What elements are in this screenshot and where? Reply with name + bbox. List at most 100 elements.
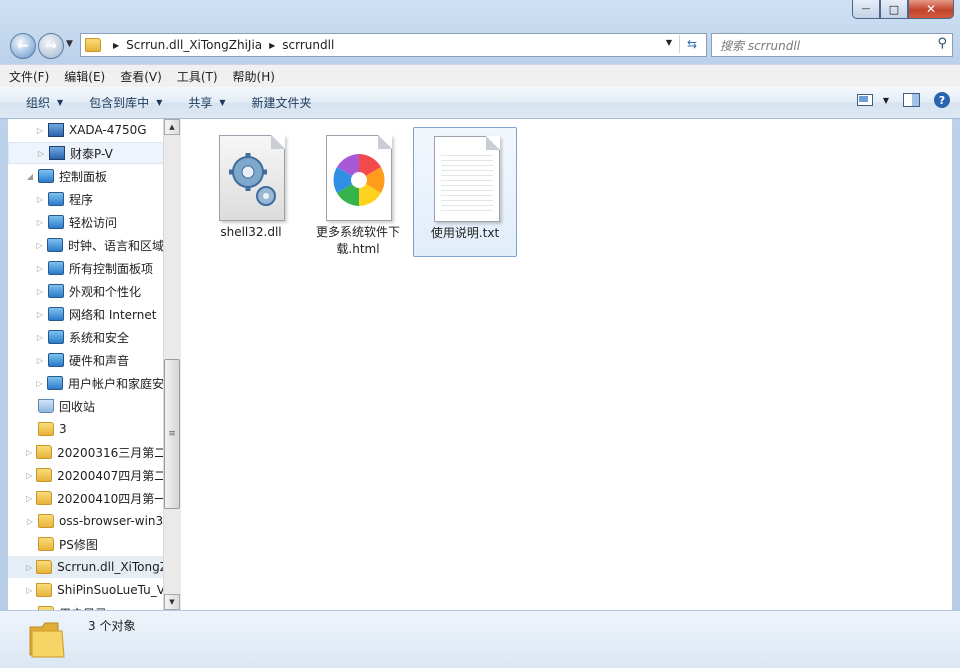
nav-item[interactable]: ▷ 外观和个性化 <box>8 280 164 302</box>
back-button[interactable]: ← <box>10 33 36 59</box>
nav-item[interactable]: ▷ 财泰P-V <box>8 142 164 164</box>
nav-item-label: 程序 <box>69 192 94 207</box>
nav-item[interactable]: 3 <box>8 418 164 440</box>
folder-icon <box>38 537 54 551</box>
hardware-icon <box>48 353 64 367</box>
share-button[interactable]: 共享 ▼ <box>188 94 225 111</box>
preview-pane-icon[interactable] <box>903 93 920 107</box>
expand-arrow-icon[interactable]: ▷ <box>36 126 44 135</box>
expand-arrow-icon[interactable]: ▷ <box>26 494 32 503</box>
appearance-icon <box>48 284 64 298</box>
breadcrumb-arrow-icon[interactable]: ▶ <box>113 41 119 50</box>
nav-item[interactable]: ▷ 20200407四月第二 <box>8 464 164 486</box>
expand-arrow-icon[interactable]: ▷ <box>36 241 43 250</box>
organize-button[interactable]: 组织 ▼ <box>26 94 63 111</box>
nav-item[interactable]: ▷ 轻松访问 <box>8 211 164 233</box>
nav-item[interactable]: ▷ 时钟、语言和区域 <box>8 234 164 256</box>
close-button[interactable]: ✕ <box>908 0 954 19</box>
menu-file[interactable]: 文件(F) <box>0 68 55 85</box>
view-options-button[interactable]: ▼ <box>856 94 889 106</box>
nav-item[interactable]: ▷ ShiPinSuoLueTu_V <box>8 579 164 601</box>
expand-arrow-icon[interactable]: ▷ <box>36 333 44 342</box>
nav-item[interactable]: ▷ 20200316三月第二 <box>8 441 164 463</box>
nav-item-label: 所有控制面板项 <box>69 261 154 276</box>
control-panel-icon <box>48 261 64 275</box>
menu-edit[interactable]: 编辑(E) <box>55 68 111 85</box>
expand-arrow-icon[interactable]: ▷ <box>26 471 32 480</box>
file-item[interactable]: shell32.dll <box>199 127 303 257</box>
search-input[interactable] <box>718 36 922 56</box>
recent-pages-dropdown[interactable]: ▼ <box>66 39 73 49</box>
computer-icon <box>49 146 65 160</box>
file-name: shell32.dll <box>220 225 282 239</box>
expand-arrow-icon[interactable]: ▷ <box>26 563 32 572</box>
expand-arrow-icon[interactable]: ▷ <box>36 218 44 227</box>
breadcrumb-segment[interactable]: Scrrun.dll_XiTongZhiJia <box>126 38 262 52</box>
new-folder-button[interactable]: 新建文件夹 <box>252 94 312 111</box>
include-in-library-button[interactable]: 包含到库中 ▼ <box>89 94 162 111</box>
expand-arrow-icon[interactable]: ▷ <box>36 310 44 319</box>
nav-item[interactable]: ▷ 程序 <box>8 188 164 210</box>
forward-button[interactable]: → <box>38 33 64 59</box>
expand-arrow-icon[interactable]: ▷ <box>36 195 44 204</box>
file-name: 更多系统软件下载.html <box>315 225 400 256</box>
chevron-down-icon: ▼ <box>219 98 226 107</box>
breadcrumb-arrow-icon[interactable]: ▶ <box>269 41 275 50</box>
menu-bar: 文件(F) 编辑(E) 查看(V) 工具(T) 帮助(H) <box>0 64 960 87</box>
maximize-button[interactable]: □ <box>880 0 908 19</box>
collapse-arrow-icon[interactable]: ◢ <box>26 172 34 181</box>
nav-item[interactable]: ▷ oss-browser-win3 <box>8 510 164 532</box>
explorer-window: — □ ✕ ← → ▼ ▶ Scrrun.dll_XiTongZhiJia ▶ … <box>0 0 960 668</box>
file-item-selected[interactable]: 使用说明.txt <box>413 127 517 257</box>
nav-item[interactable]: ▷ 所有控制面板项 <box>8 257 164 279</box>
item-count: 3 个对象 <box>88 619 136 633</box>
nav-item[interactable]: ▷ 用户帐户和家庭安 <box>8 372 164 394</box>
file-item[interactable]: 更多系统软件下载.html <box>306 127 410 257</box>
menu-help[interactable]: 帮助(H) <box>224 68 281 85</box>
nav-item[interactable]: PS修图 <box>8 533 164 555</box>
folder-icon <box>29 622 65 658</box>
nav-item-label: oss-browser-win3 <box>59 514 164 528</box>
expand-arrow-icon[interactable]: ▷ <box>37 149 45 158</box>
nav-item[interactable]: ▷用户目录 <box>8 602 164 610</box>
expand-arrow-icon[interactable]: ▷ <box>36 264 44 273</box>
address-bar[interactable]: ▶ Scrrun.dll_XiTongZhiJia ▶ scrrundll ▼ … <box>80 33 707 57</box>
nav-item[interactable]: ◢ 控制面板 <box>8 165 164 187</box>
nav-item-label: 回收站 <box>59 399 96 414</box>
navigation-scrollbar[interactable]: ▲ ≡ ▼ <box>163 119 181 610</box>
help-icon[interactable]: ? <box>934 92 950 108</box>
search-icon[interactable]: ⚲ <box>937 36 947 51</box>
expand-arrow-icon[interactable]: ▷ <box>26 517 34 526</box>
dll-gear-icon <box>219 135 285 221</box>
folder-icon <box>36 491 53 505</box>
menu-tools[interactable]: 工具(T) <box>168 68 224 85</box>
nav-item-label: 时钟、语言和区域 <box>67 238 164 253</box>
minimize-button[interactable]: — <box>852 0 880 19</box>
menu-view[interactable]: 查看(V) <box>111 68 168 85</box>
folder-icon <box>36 583 53 597</box>
refresh-button[interactable]: ⇆ <box>679 35 704 53</box>
expand-arrow-icon[interactable]: ▷ <box>26 448 32 457</box>
chevron-up-icon: ▲ <box>169 123 175 131</box>
folder-icon <box>36 468 53 482</box>
expand-arrow-icon[interactable]: ▷ <box>26 586 32 595</box>
address-history-icon[interactable]: ▼ <box>666 38 672 47</box>
scroll-up-button[interactable]: ▲ <box>164 119 180 135</box>
nav-item[interactable]: ▷ 系统和安全 <box>8 326 164 348</box>
chevron-down-icon: ▼ <box>66 39 73 49</box>
expand-arrow-icon[interactable]: ▷ <box>36 379 43 388</box>
nav-item[interactable]: ▷ 网络和 Internet <box>8 303 164 325</box>
nav-item[interactable]: ▷ 硬件和声音 <box>8 349 164 371</box>
scroll-down-button[interactable]: ▼ <box>164 594 180 610</box>
file-list: shell32.dll 更多系统软件下载.html 使用说明.txt <box>181 119 952 610</box>
nav-item[interactable]: ▷ Scrrun.dll_XiTongZ <box>8 556 164 578</box>
expand-arrow-icon[interactable]: ▷ <box>36 287 44 296</box>
search-box[interactable]: ⚲ <box>711 33 953 57</box>
nav-item[interactable]: 回收站 <box>8 395 164 417</box>
nav-item[interactable]: ▷ 20200410四月第一 <box>8 487 164 509</box>
scroll-thumb[interactable]: ≡ <box>164 359 180 509</box>
expand-arrow-icon[interactable]: ▷ <box>36 356 44 365</box>
breadcrumb-segment[interactable]: scrrundll <box>282 38 334 52</box>
nav-item[interactable]: ▷ XADA-4750G <box>8 119 164 141</box>
nav-item-label: XADA-4750G <box>69 123 147 137</box>
